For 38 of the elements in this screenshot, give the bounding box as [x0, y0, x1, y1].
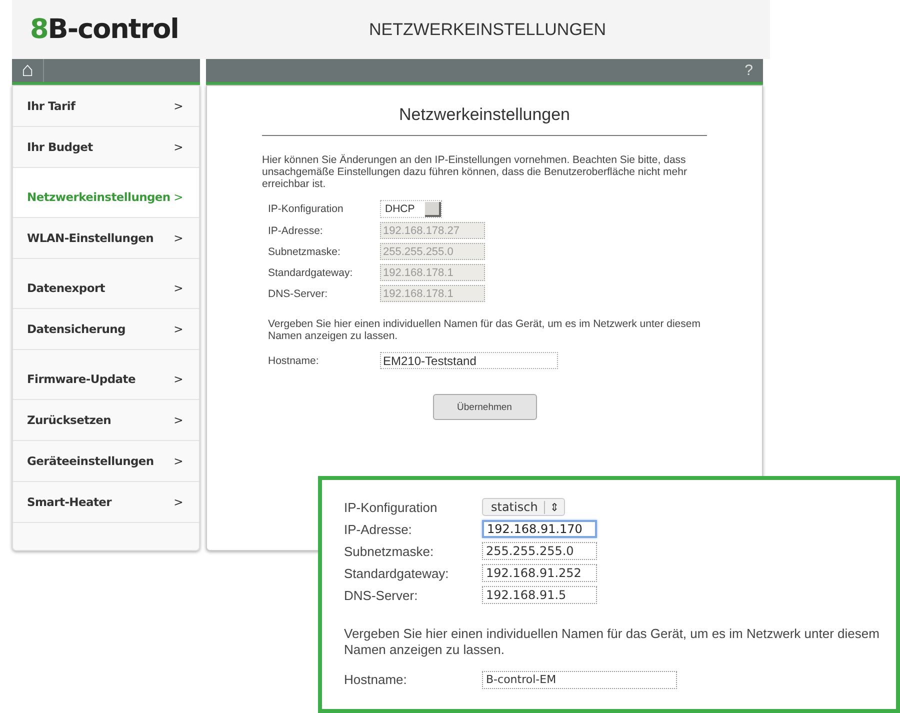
- input-field[interactable]: 192.168.91.252: [482, 564, 597, 582]
- field-label: Standardgateway:: [268, 266, 353, 278]
- mode-select[interactable]: statisch ⇕: [482, 498, 566, 516]
- field-label: DNS-Server:: [344, 588, 419, 602]
- field-label: IP-Konfiguration: [268, 203, 344, 215]
- field-label: Standardgateway:: [344, 566, 450, 580]
- page-title: NETZWERKEINSTELLUNGEN: [368, 20, 608, 40]
- field-label: Subnetzmaske:: [344, 544, 435, 558]
- sidebar-item[interactable]: Netzwerkeinstellungen >: [13, 168, 199, 218]
- intro-text: Hier können Sie Änderungen an den IP-Einstellungen vornehmen. Beachten Sie bitte, dass unsachgemäße Einstellungen dazu führen können, dass die Benutzeroberfläche nicht mehr erreichbar ist.: [262, 154, 688, 190]
- sidebar-item[interactable]: Smart-Heater >: [13, 482, 199, 523]
- field-label: DNS-Server:: [268, 288, 328, 300]
- sidebar-item[interactable]: Geräteeinstellungen >: [13, 441, 199, 482]
- help-button[interactable]: ?: [734, 62, 763, 79]
- input-field[interactable]: 255.255.255.0: [482, 542, 597, 560]
- sidebar-item[interactable]: Datenexport >: [13, 259, 199, 309]
- field-label: Subnetzmaske:: [268, 246, 340, 258]
- sidebar-item[interactable]: Datensicherung >: [13, 309, 199, 350]
- field-label: Hostname:: [268, 354, 319, 366]
- input-field[interactable]: 192.168.91.5: [482, 586, 597, 604]
- logo: 8B-control: [29, 14, 180, 45]
- field-label: Hostname:: [344, 672, 408, 687]
- home-button[interactable]: ⌂: [12, 59, 44, 82]
- section-heading: Netzwerkeinstellungen: [262, 86, 707, 136]
- field-label: IP-Konfiguration: [344, 500, 438, 514]
- field-label: IP-Adresse:: [268, 224, 323, 236]
- sidebar-item[interactable]: Firmware-Update >: [13, 350, 199, 400]
- sidebar-item[interactable]: Ihr Tarif >: [13, 86, 199, 127]
- hostname-hint: Vergeben Sie hier einen individuellen Namen für das Gerät, um es im Netzwerk unter diesem Namen anzeigen zu lassen.: [268, 318, 702, 342]
- sidebar-item[interactable]: Zurücksetzen >: [13, 400, 199, 441]
- input-field[interactable]: 192.168.91.170: [482, 520, 597, 538]
- sidebar-item[interactable]: WLAN-Einstellungen >: [13, 218, 199, 259]
- hostname-field[interactable]: B-control-EM: [482, 670, 677, 688]
- field-label: IP-Adresse:: [344, 522, 413, 536]
- apply-button[interactable]: Übernehmen: [432, 394, 536, 420]
- mode-select[interactable]: DHCP: [380, 200, 442, 218]
- hostname-hint: Vergeben Sie hier einen individuellen Namen für das Gerät, um es im Netzwerk unter diesem Namen anzeigen zu lassen.: [344, 626, 880, 658]
- hostname-field[interactable]: EM210-Teststand: [380, 352, 558, 369]
